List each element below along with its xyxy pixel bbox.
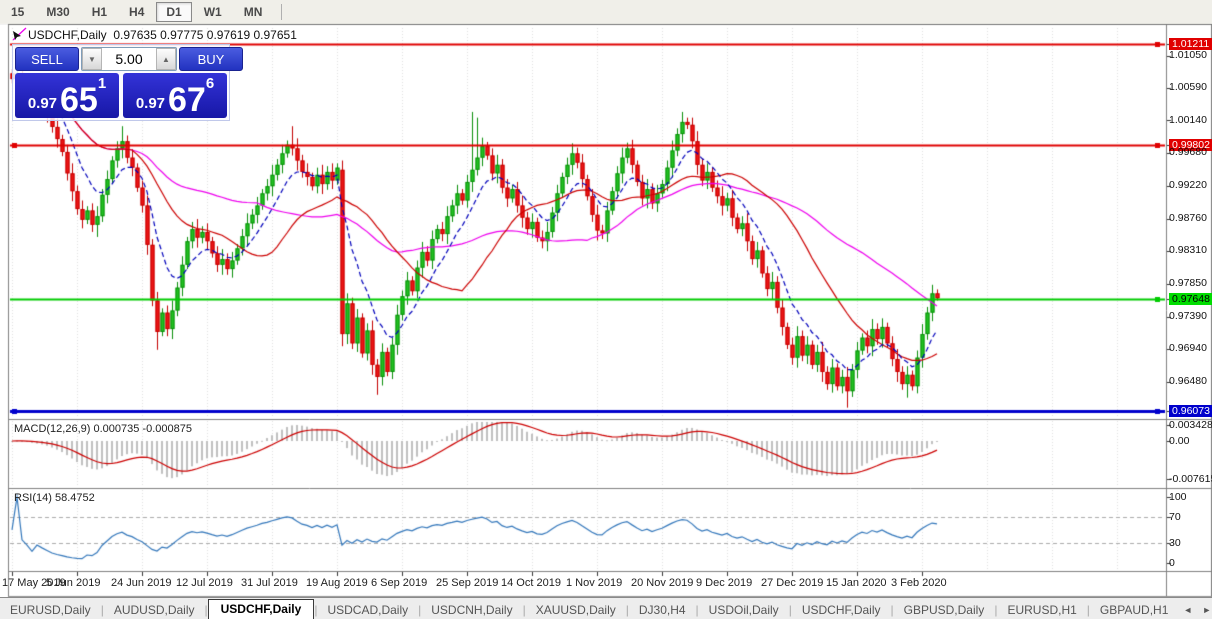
time-axis-label: 25 Sep 2019 xyxy=(436,577,499,589)
price-axis-label: 0.97850 xyxy=(1169,277,1207,290)
time-axis-label: 14 Oct 2019 xyxy=(501,577,561,589)
price-axis-label: 0.96940 xyxy=(1169,342,1207,355)
sell-button[interactable]: SELL xyxy=(15,47,79,71)
rsi-indicator-label: RSI(14) 58.4752 xyxy=(14,492,95,504)
time-axis-label: 27 Dec 2019 xyxy=(761,577,824,589)
chart-tab-usdcnh-daily[interactable]: USDCNH,Daily xyxy=(421,601,522,619)
chart-tab-usdchf-daily[interactable]: USDCHF,Daily xyxy=(792,601,891,619)
volume-increase-button[interactable]: ▲ xyxy=(156,48,176,70)
time-axis-label: 5 Jun 2019 xyxy=(46,577,101,589)
sell-price-pip: 1 xyxy=(97,75,107,92)
price-axis-label: 0.97390 xyxy=(1169,309,1207,322)
buy-price-big: 67 xyxy=(168,81,206,120)
indicator-axis-label: -0.007615 xyxy=(1169,473,1212,485)
indicator-axis-label: 0.00 xyxy=(1169,435,1190,447)
time-axis-label: 15 Jan 2020 xyxy=(826,577,887,589)
time-axis-label: 1 Nov 2019 xyxy=(566,577,623,589)
time-axis-label: 6 Sep 2019 xyxy=(371,577,428,589)
chart-tab-eurusd-h1[interactable]: EURUSD,H1 xyxy=(997,601,1086,619)
time-axis-label: 3 Feb 2020 xyxy=(891,577,947,589)
indicator-axis-label: 0 xyxy=(1169,557,1175,569)
sell-price-big: 65 xyxy=(60,81,98,120)
sell-price-prefix: 0.97 xyxy=(27,95,58,112)
chart-title: USDCHF,Daily 0.97635 0.97775 0.97619 0.9… xyxy=(28,28,297,42)
one-click-trade-panel: SELL ▼ ▲ BUY 0.97 65 1 0.97 67 6 xyxy=(12,44,243,121)
volume-input[interactable] xyxy=(102,48,156,70)
chart-tab-eurusd-daily[interactable]: EURUSD,Daily xyxy=(0,601,101,619)
time-axis-label: 20 Nov 2019 xyxy=(631,577,694,589)
time-axis-label: 12 Jul 2019 xyxy=(176,577,233,589)
chart-object-icon xyxy=(12,27,27,41)
time-axis-label: 19 Aug 2019 xyxy=(306,577,368,589)
chart-tab-gbpaud-h1[interactable]: GBPAUD,H1 xyxy=(1090,601,1178,619)
mt4-window: 15M30H1H4D1W1MN USDCHF,Daily 0.97635 0.9… xyxy=(0,0,1212,619)
chart-tab-dj30-h4[interactable]: DJ30,H4 xyxy=(629,601,696,619)
price-axis-label: 0.99680 xyxy=(1169,146,1207,159)
price-axis-label: 0.96480 xyxy=(1169,374,1207,387)
buy-quote-box[interactable]: 0.97 67 6 xyxy=(123,73,227,118)
buy-price-pip: 6 xyxy=(205,75,215,92)
indicator-axis-label: 0.003428 xyxy=(1169,419,1212,431)
volume-decrease-button[interactable]: ▼ xyxy=(82,48,102,70)
volume-spinner: ▼ ▲ xyxy=(81,47,177,71)
buy-price-prefix: 0.97 xyxy=(135,95,166,112)
price-axis-label: 0.97648 xyxy=(1169,292,1212,305)
chart-tab-usdoil-daily[interactable]: USDOil,Daily xyxy=(699,601,789,619)
chart-symbol-period: USDCHF,Daily xyxy=(28,28,107,42)
chart-tab-usdchf-daily[interactable]: USDCHF,Daily xyxy=(207,599,315,619)
chart-tab-gbpusd-daily[interactable]: GBPUSD,Daily xyxy=(894,601,995,619)
tab-nav-left[interactable]: ◄ xyxy=(1178,605,1197,619)
price-axis-label: 0.98310 xyxy=(1169,244,1207,257)
indicator-axis-label: 30 xyxy=(1169,537,1181,549)
sell-quote-box[interactable]: 0.97 65 1 xyxy=(15,73,119,118)
price-axis-label: 0.99220 xyxy=(1169,179,1207,192)
price-axis-label: 0.96073 xyxy=(1169,405,1212,417)
time-axis-label: 9 Dec 2019 xyxy=(696,577,753,589)
chart-tab-usdcad-daily[interactable]: USDCAD,Daily xyxy=(317,601,418,619)
buy-button[interactable]: BUY xyxy=(179,47,243,71)
chart-tab-xauusd-daily[interactable]: XAUUSD,Daily xyxy=(526,601,626,619)
price-axis-label: 1.00590 xyxy=(1169,81,1207,94)
price-axis-label: 1.00140 xyxy=(1169,113,1207,126)
chart-tab-audusd-daily[interactable]: AUDUSD,Daily xyxy=(104,601,205,619)
time-axis-label: 31 Jul 2019 xyxy=(241,577,298,589)
chart-ohlc-values: 0.97635 0.97775 0.97619 0.97651 xyxy=(113,28,297,42)
indicator-axis-label: 100 xyxy=(1169,491,1187,503)
indicator-axis-label: 70 xyxy=(1169,511,1181,523)
macd-indicator-label: MACD(12,26,9) 0.000735 -0.000875 xyxy=(14,423,192,435)
price-axis-label: 0.98760 xyxy=(1169,212,1207,225)
tab-nav-right[interactable]: ► xyxy=(1197,605,1212,619)
price-axis-label: 1.01050 xyxy=(1169,48,1207,61)
time-axis-label: 24 Jun 2019 xyxy=(111,577,172,589)
chart-tab-bar: EURUSD,Daily | AUDUSD,Daily | USDCHF,Daily | U… xyxy=(0,597,1212,619)
